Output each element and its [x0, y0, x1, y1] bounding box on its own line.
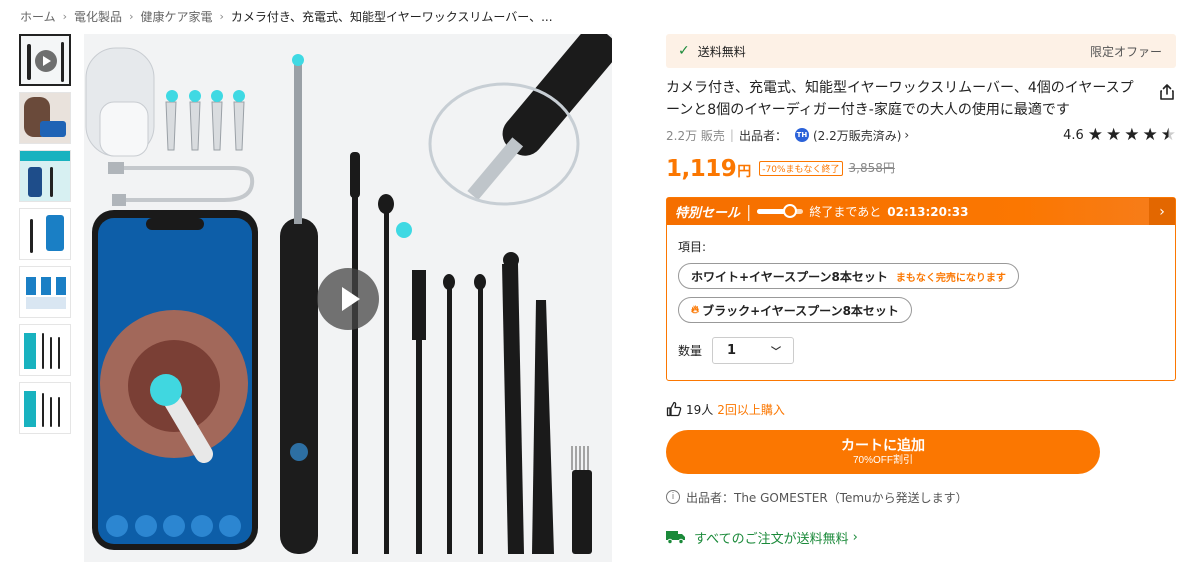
info-icon: i — [666, 490, 680, 504]
add-to-cart-sublabel: 70%OFF割引 — [852, 455, 913, 466]
shipping-banner: ✓ 送料無料 限定オファー — [666, 34, 1176, 68]
breadcrumb-home[interactable]: ホーム — [20, 8, 56, 25]
quantity-label: 数量 — [678, 344, 703, 358]
option-label: ホワイト+イヤースプーン8本セット — [691, 269, 888, 284]
currency-label: 円 — [737, 164, 752, 180]
chevron-down-icon: ﹀ — [771, 347, 782, 358]
option-label: ブラック+イヤースプーン8本セット — [702, 303, 899, 318]
social-proof: 19人 2回以上購入 — [666, 400, 1176, 418]
play-video-button[interactable] — [317, 268, 379, 330]
low-stock-note: まもなく完売になります — [895, 272, 1006, 284]
add-to-cart-label: カートに追加 — [841, 437, 925, 453]
seller-info: i 出品者：The GOMESTER（Temuから発送します） — [666, 488, 1176, 506]
breadcrumb-separator: › — [62, 9, 68, 23]
rating-stars: ★ ★ ★ ★ ★ — [1087, 124, 1176, 145]
thumbnail-image[interactable] — [19, 382, 71, 434]
price-row: 1,119 円 -70%まもなく終了 3,858円 — [666, 156, 1176, 186]
seller-sold-count[interactable]: (2.2万販売済み) — [813, 127, 901, 144]
free-shipping-label: 送料無料 — [697, 44, 746, 59]
star-icon: ★ — [1087, 124, 1103, 145]
thumbnail-video[interactable] — [19, 34, 71, 86]
sale-ends-label: 終了まであと — [809, 205, 882, 219]
add-to-cart-button[interactable]: カートに追加 70%OFF割引 — [666, 430, 1100, 474]
star-icon: ★ — [1124, 124, 1140, 145]
free-shipping-text: すべてのご注文が送料無料 — [694, 531, 849, 547]
likes-count: 19人 — [686, 402, 714, 417]
limited-offer-label: 限定オファー — [1089, 44, 1162, 59]
star-icon: ★ — [1106, 124, 1122, 145]
product-details: ✓ 送料無料 限定オファー カメラ付き、充電式、知能型イヤーワックスリムーバー、… — [666, 34, 1176, 547]
sold-count: 2.2万 販売 — [666, 128, 725, 143]
breadcrumb-separator: › — [129, 9, 134, 23]
truck-icon — [666, 531, 685, 544]
repeat-purchase-label: 2回以上購入 — [717, 402, 785, 417]
quantity-value: 1 — [727, 343, 737, 358]
thumbnail-image[interactable] — [19, 208, 71, 260]
thumbnail-list — [19, 34, 71, 440]
clock-icon — [782, 204, 797, 218]
fire-icon: 🔥︎ — [691, 303, 700, 316]
sale-divider: | — [746, 202, 752, 221]
flash-sale-header[interactable]: 特別セール | 終了まであと 02:13:20:33 › — [667, 198, 1175, 225]
free-shipping-link[interactable]: すべてのご注文が送料無料 › — [666, 528, 1176, 547]
breadcrumb: ホーム › 電化製品 › 健康ケア家電 › カメラ付き、充電式、知能型イヤーワッ… — [20, 7, 553, 25]
product-rating[interactable]: 4.6 ★ ★ ★ ★ ★ — [1063, 124, 1176, 145]
star-icon: ★ — [1142, 124, 1158, 145]
rating-value: 4.6 — [1063, 127, 1084, 143]
play-icon — [35, 50, 57, 72]
current-price: 1,119 — [666, 156, 737, 182]
option-white-set[interactable]: ホワイト+イヤースプーン8本セット まもなく完売になります — [678, 263, 1019, 289]
breadcrumb-electronics[interactable]: 電化製品 — [74, 8, 122, 25]
thumbnail-image[interactable] — [19, 324, 71, 376]
breadcrumb-health-care[interactable]: 健康ケア家電 — [140, 8, 212, 25]
options-label: 項目: — [678, 240, 707, 254]
original-price: 3,858円 — [848, 161, 895, 175]
meta-divider: | — [729, 128, 734, 142]
thumbs-up-icon — [666, 401, 682, 417]
chevron-right-icon: › — [852, 529, 858, 545]
half-star-icon: ★ — [1160, 124, 1176, 145]
sale-progress-bar — [757, 204, 804, 218]
flash-sale-title: 特別セール — [675, 206, 741, 221]
quantity-select[interactable]: 1 ﹀ — [712, 337, 795, 364]
breadcrumb-current: カメラ付き、充電式、知能型イヤーワックスリムーバー、... — [230, 9, 553, 24]
thumbnail-image[interactable] — [19, 92, 71, 144]
chevron-right-icon[interactable]: › — [1149, 198, 1175, 225]
seller-label: 出品者： — [738, 128, 787, 143]
sale-countdown: 02:13:20:33 — [887, 204, 969, 219]
flash-sale-panel: 特別セール | 終了まであと 02:13:20:33 › 項目: ホワイト+イヤ… — [666, 197, 1176, 381]
thumbnail-image[interactable] — [19, 266, 71, 318]
breadcrumb-separator: › — [219, 9, 224, 23]
seller-avatar[interactable]: TH — [794, 128, 809, 142]
product-title: カメラ付き、充電式、知能型イヤーワックスリムーバー、4個のイヤースプーンと8個の… — [666, 80, 1134, 118]
check-icon: ✓ — [678, 43, 690, 59]
chevron-right-icon[interactable]: › — [904, 128, 909, 142]
thumbnail-image[interactable] — [19, 150, 71, 202]
discount-badge: -70%まもなく終了 — [759, 161, 843, 176]
share-icon[interactable] — [1158, 83, 1176, 101]
product-main-image[interactable] — [84, 34, 612, 562]
option-black-set[interactable]: 🔥︎ ブラック+イヤースプーン8本セット — [678, 297, 912, 323]
seller-info-text: 出品者：The GOMESTER（Temuから発送します） — [686, 490, 968, 505]
